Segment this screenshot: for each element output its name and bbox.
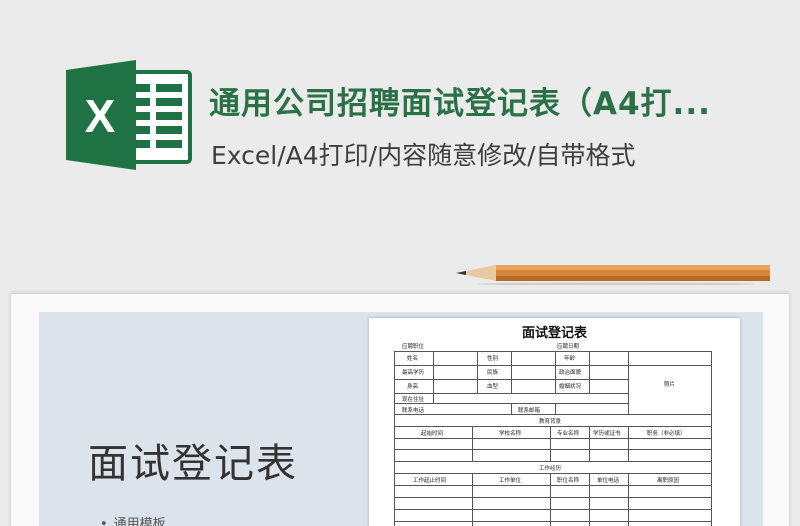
board-heading: 面试登记表 bbox=[88, 441, 298, 487]
work-col-reason: 离职原因 bbox=[657, 478, 680, 484]
form-cell-email: 联系邮箱 bbox=[518, 408, 541, 414]
work-col-period: 工作起止时间 bbox=[413, 478, 447, 484]
form-cell-political: 政治面貌 bbox=[559, 370, 582, 376]
form-cell-education: 最高学历 bbox=[402, 370, 425, 376]
form-section-work: 工作经历 bbox=[539, 466, 562, 472]
edu-col-position: 职务（非必填） bbox=[647, 431, 686, 437]
work-col-phone: 单位电话 bbox=[597, 478, 620, 484]
form-cell-ethnicity: 民族 bbox=[487, 370, 499, 376]
form-cell-marriage: 婚姻状况 bbox=[559, 384, 582, 390]
form-cell-address: 现在住址 bbox=[402, 397, 425, 403]
form-cell-gender: 性别 bbox=[487, 356, 499, 362]
logo-letter: X bbox=[85, 90, 116, 142]
board-tag: • 通用模板 bbox=[100, 513, 166, 526]
form-section-education: 教育背景 bbox=[539, 419, 562, 425]
form-title: 面试登记表 bbox=[521, 326, 587, 341]
edu-col-school: 学校名称 bbox=[499, 431, 522, 437]
form-cell-height: 身高 bbox=[407, 384, 419, 390]
work-col-title: 职位名称 bbox=[557, 478, 580, 484]
form-cell-blood: 血型 bbox=[487, 384, 499, 390]
form-cell-name: 姓名 bbox=[407, 356, 419, 362]
form-header-right: 应聘日期 bbox=[557, 344, 580, 350]
form-cell-photo: 照片 bbox=[664, 382, 676, 388]
form-header-left: 应聘职位 bbox=[402, 344, 425, 350]
form-cell-age: 年龄 bbox=[564, 356, 576, 362]
page-subtitle: Excel/A4打印/内容随意修改/自带格式 bbox=[211, 141, 636, 170]
excel-logo-icon: X bbox=[66, 60, 194, 170]
bullet-icon: • bbox=[100, 517, 108, 526]
edu-col-major: 专业名称 bbox=[557, 431, 580, 437]
form-sheet: 面试登记表 应聘职位 应聘日期 姓名 性别 年龄 最高学历 民族 政治面貌 身高… bbox=[369, 318, 740, 526]
edu-col-degree: 学历或证书 bbox=[593, 431, 621, 437]
work-col-company: 工作单位 bbox=[499, 478, 522, 484]
edu-col-start: 起始时间 bbox=[421, 431, 444, 437]
form-cell-phone: 联系电话 bbox=[402, 408, 425, 414]
page-title: 通用公司招聘面试登记表（A4打... bbox=[209, 86, 711, 122]
board-tag-text: 通用模板 bbox=[113, 517, 166, 526]
pencil-icon bbox=[456, 259, 770, 286]
